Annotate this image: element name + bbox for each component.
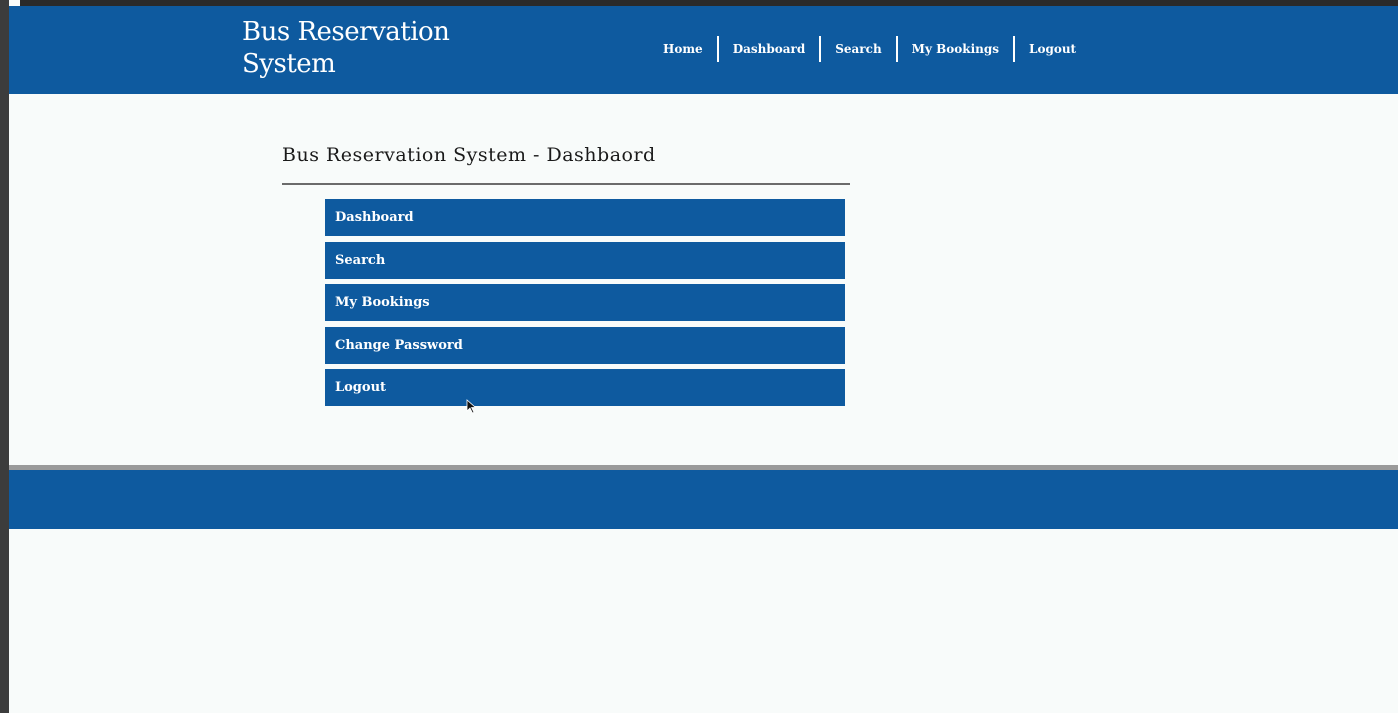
menu-item-change-password[interactable]: Change Password bbox=[325, 326, 845, 364]
menu-item-search[interactable]: Search bbox=[325, 241, 845, 279]
nav-logout[interactable]: Logout bbox=[1015, 42, 1090, 56]
site-footer bbox=[9, 470, 1398, 529]
menu-item-my-bookings[interactable]: My Bookings bbox=[325, 284, 845, 321]
nav-dashboard[interactable]: Dashboard bbox=[719, 42, 820, 56]
nav-home[interactable]: Home bbox=[649, 42, 717, 56]
page-title: Bus Reservation System - Dashbaord bbox=[282, 144, 656, 166]
nav-search[interactable]: Search bbox=[821, 42, 895, 56]
menu-item-dashboard[interactable]: Dashboard bbox=[325, 199, 845, 236]
window-left-edge bbox=[0, 0, 9, 713]
site-header: Bus Reservation System Home Dashboard Se… bbox=[9, 6, 1398, 94]
page-gutter bbox=[9, 0, 20, 713]
nav-my-bookings[interactable]: My Bookings bbox=[898, 42, 1013, 56]
dashboard-menu: Dashboard Search My Bookings Change Pass… bbox=[325, 199, 845, 412]
mouse-cursor-icon bbox=[466, 399, 477, 414]
menu-item-logout[interactable]: Logout bbox=[325, 369, 845, 406]
site-title[interactable]: Bus Reservation System bbox=[242, 16, 482, 80]
page: Bus Reservation System Home Dashboard Se… bbox=[9, 6, 1398, 713]
top-nav: Home Dashboard Search My Bookings Logout bbox=[649, 36, 1090, 62]
title-divider bbox=[282, 183, 850, 185]
